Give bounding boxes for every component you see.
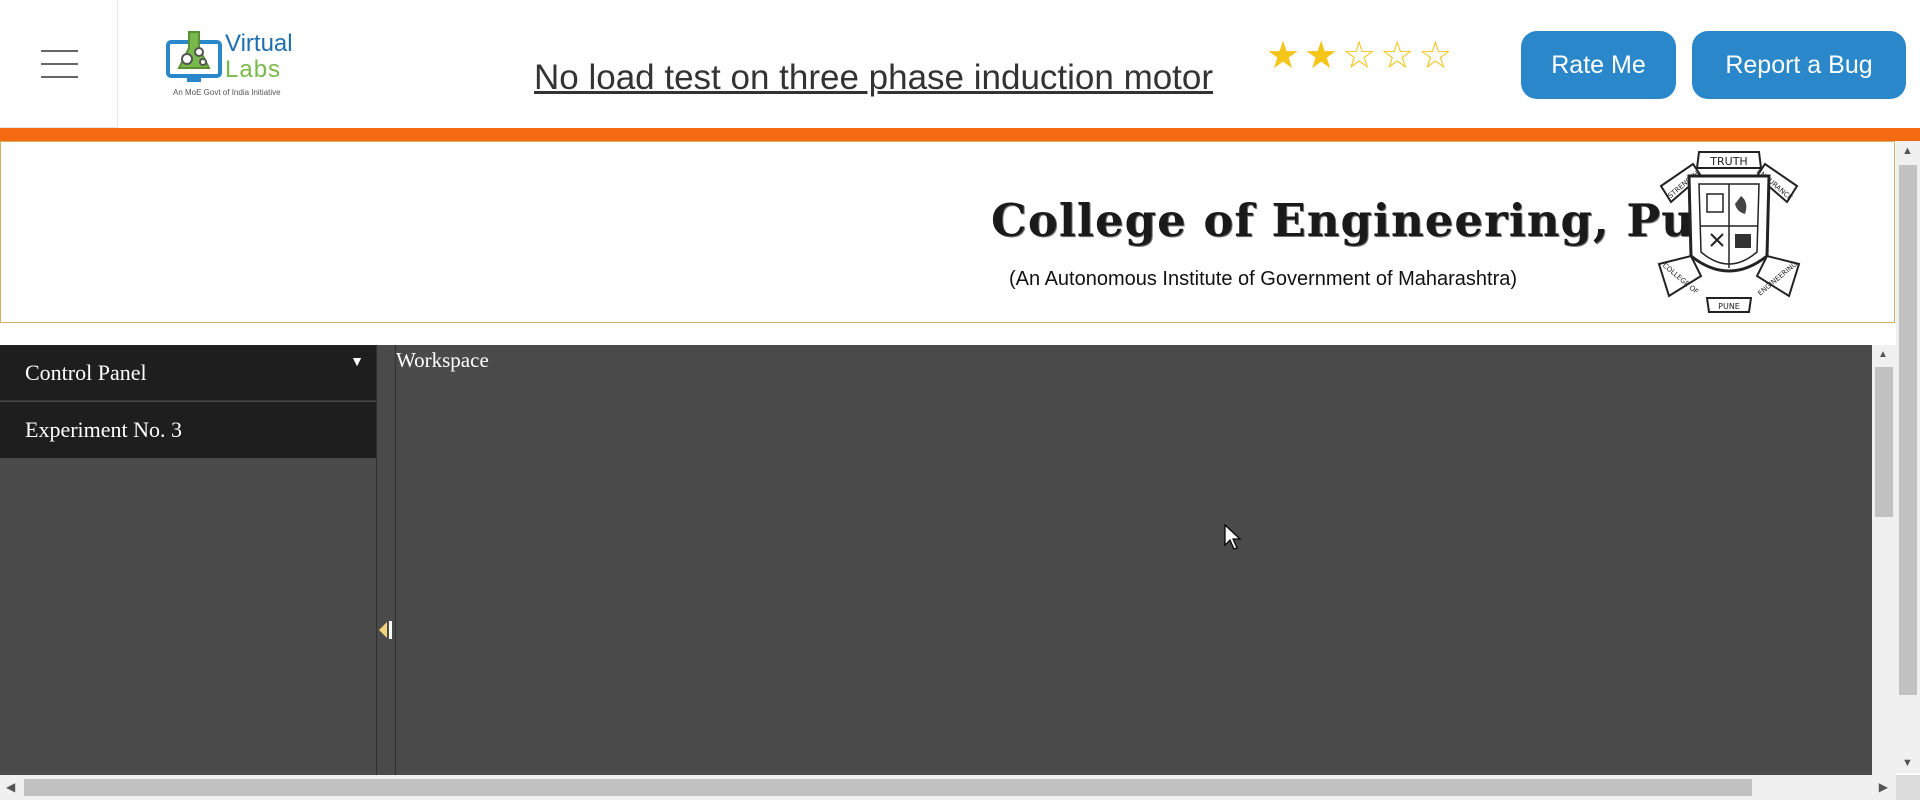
hamburger-line [41,50,78,52]
logo-word-virtual: Virtual [225,30,293,57]
scrollbar-thumb[interactable] [1875,367,1893,517]
mouse-pointer-icon [1224,524,1242,550]
workspace[interactable]: Workspace ▲ [396,345,1896,775]
star-empty-icon[interactable]: ☆ [1380,36,1414,76]
panel-splitter[interactable] [377,345,396,775]
college-crest-icon: TRUTH STRENGTH ENDURANCE COLLEGE OF ENGI… [1657,151,1801,313]
star-empty-icon[interactable]: ☆ [1342,36,1376,76]
college-subtitle: (An Autonomous Institute of Government o… [1009,268,1518,290]
report-bug-button[interactable]: Report a Bug [1692,31,1906,99]
experiment-label: Experiment No. 3 [25,417,183,442]
control-panel-menu[interactable]: Control Panel ▼ [0,345,376,401]
hamburger-line [41,63,78,65]
scrollbar-thumb[interactable] [24,779,1752,796]
page-title[interactable]: No load test on three phase induction mo… [534,58,1213,98]
logo-word-labs: Labs [225,56,282,83]
collapse-arrow-icon[interactable] [377,618,393,642]
scroll-left-arrow-icon[interactable]: ◀ [6,780,15,794]
crest-top-text: TRUTH [1709,155,1747,168]
scroll-right-arrow-icon[interactable]: ▶ [1879,780,1888,794]
scroll-up-arrow-icon[interactable]: ▲ [1902,145,1913,157]
flask-monitor-icon [166,31,222,82]
rate-me-button[interactable]: Rate Me [1521,31,1676,99]
scrollbar-corner [1896,775,1920,800]
scroll-up-arrow-icon[interactable]: ▲ [1878,349,1888,360]
star-rating[interactable]: ★ ★ ☆ ☆ ☆ [1266,36,1452,76]
star-filled-icon[interactable]: ★ [1304,36,1338,76]
simulation-app: Control Panel ▼ Experiment No. 3 Workspa… [0,345,1896,775]
logo-tagline: An MoE Govt of India Initiative [173,88,281,97]
top-bar: Virtual Labs An MoE Govt of India Initia… [0,0,1920,128]
hamburger-menu-button[interactable] [0,0,118,128]
sidebar: Control Panel ▼ Experiment No. 3 [0,345,377,775]
college-name: College of Engineering, Pune [991,194,1759,247]
crest-bottom-text: PUNE [1718,302,1740,311]
dropdown-caret-icon[interactable]: ▼ [350,355,364,371]
college-banner: College of Engineering, Pune (An Autonom… [0,141,1895,323]
workspace-label: Workspace [396,348,489,372]
header-divider [0,128,1920,141]
workspace-vertical-scrollbar[interactable]: ▲ [1872,345,1896,775]
virtual-labs-logo[interactable]: Virtual Labs An MoE Govt of India Initia… [165,26,300,102]
page-vertical-scrollbar[interactable]: ▲ ▼ [1896,141,1920,773]
star-empty-icon[interactable]: ☆ [1418,36,1452,76]
hamburger-line [41,76,78,78]
control-panel-label: Control Panel [25,359,147,385]
star-filled-icon[interactable]: ★ [1266,36,1300,76]
page-horizontal-scrollbar[interactable]: ◀ ▶ [0,775,1896,800]
experiment-item[interactable]: Experiment No. 3 [0,402,376,458]
scroll-down-arrow-icon[interactable]: ▼ [1902,757,1913,769]
scrollbar-thumb[interactable] [1899,165,1917,695]
